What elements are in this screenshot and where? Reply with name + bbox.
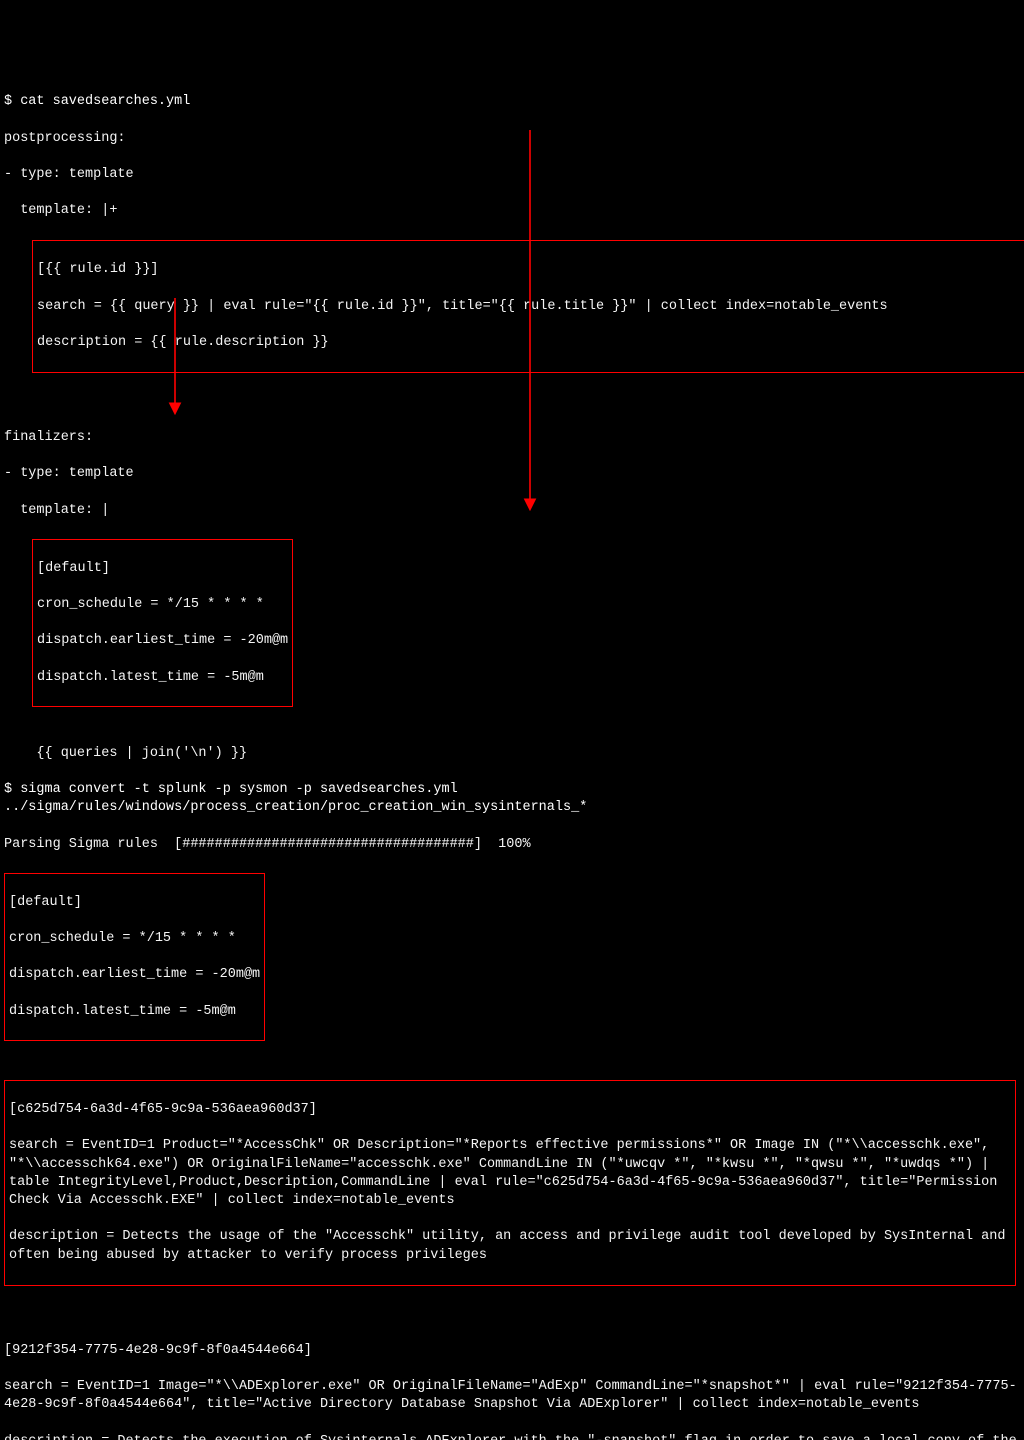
output-latest: dispatch.latest_time = -5m@m xyxy=(9,1003,260,1021)
output-cron: cron_schedule = */15 * * * * xyxy=(9,930,260,948)
output-description: description = Detects the usage of the "… xyxy=(9,1228,1011,1264)
template-cron: cron_schedule = */15 * * * * xyxy=(37,596,288,614)
template-earliest: dispatch.earliest_time = -20m@m xyxy=(37,632,288,650)
yml-queries-join: {{ queries | join('\n') }} xyxy=(4,745,1020,763)
output-search-2: search = EventID=1 Image="*\\ADExplorer.… xyxy=(4,1378,1020,1414)
template-description: description = {{ rule.description }} xyxy=(37,334,1024,352)
highlight-box-template-1: [{{ rule.id }}] search = {{ query }} | e… xyxy=(32,240,1024,374)
highlight-box-output-default: [default] cron_schedule = */15 * * * * d… xyxy=(4,873,265,1041)
template-latest: dispatch.latest_time = -5m@m xyxy=(37,669,288,687)
template-search: search = {{ query }} | eval rule="{{ rul… xyxy=(37,298,1024,316)
output-earliest: dispatch.earliest_time = -20m@m xyxy=(9,966,260,984)
command-sigma[interactable]: $ sigma convert -t splunk -p sysmon -p s… xyxy=(4,781,1020,817)
yml-finalizers: finalizers: xyxy=(4,429,1020,447)
output-rule-id-2: [9212f354-7775-4e28-9c9f-8f0a4544e664] xyxy=(4,1342,1020,1360)
yml-type-template-2: - type: template xyxy=(4,465,1020,483)
yml-template-pipe-2: template: | xyxy=(4,502,1020,520)
yml-type-template: - type: template xyxy=(4,166,1020,184)
highlight-box-output-rule: [c625d754-6a3d-4f65-9c9a-536aea960d37] s… xyxy=(4,1080,1016,1286)
template-default: [default] xyxy=(37,560,288,578)
yml-postprocessing: postprocessing: xyxy=(4,130,1020,148)
highlight-box-template-2: [default] cron_schedule = */15 * * * * d… xyxy=(32,539,293,707)
output-description-2: description = Detects the execution of S… xyxy=(4,1433,1020,1440)
terminal-output: $ cat savedsearches.yml postprocessing: … xyxy=(0,73,1024,1440)
blank-line-2 xyxy=(4,708,1020,726)
yml-template-pipe: template: |+ xyxy=(4,202,1020,220)
template-rule-id: [{{ rule.id }}] xyxy=(37,261,1024,279)
output-search: search = EventID=1 Product="*AccessChk" … xyxy=(9,1137,1011,1210)
output-default: [default] xyxy=(9,894,260,912)
parsing-progress: Parsing Sigma rules [###################… xyxy=(4,836,1020,854)
output-rule-id: [c625d754-6a3d-4f65-9c9a-536aea960d37] xyxy=(9,1101,1011,1119)
blank-line xyxy=(4,393,1020,411)
blank-line-3 xyxy=(4,1042,1020,1060)
command-cat[interactable]: $ cat savedsearches.yml xyxy=(4,93,1020,111)
blank-line-4 xyxy=(4,1305,1020,1323)
